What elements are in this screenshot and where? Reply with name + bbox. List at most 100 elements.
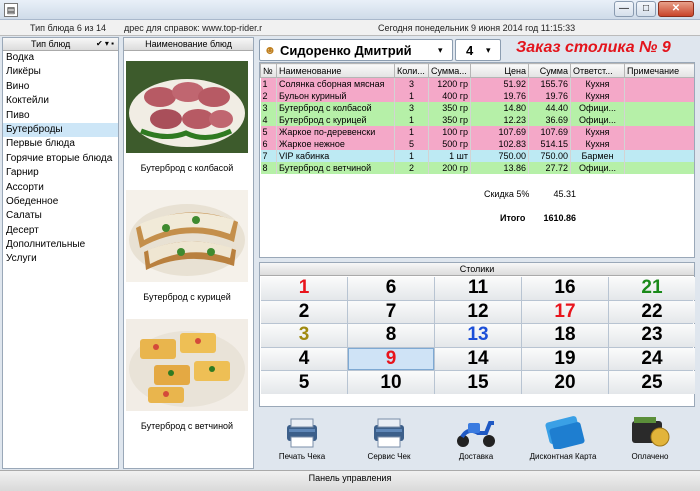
table-button[interactable]: 7: [348, 300, 434, 324]
order-cell-sum: 155.76: [528, 77, 571, 90]
category-item[interactable]: Коктейли: [3, 94, 118, 108]
table-button[interactable]: 17: [522, 300, 608, 324]
dish-card[interactable]: Бутерброд с ветчиной: [126, 319, 248, 443]
table-button[interactable]: 19: [522, 347, 608, 371]
category-item[interactable]: Десерт: [3, 224, 118, 238]
order-cell-name: Бутерброд с ветчиной: [276, 161, 395, 174]
table-button[interactable]: 14: [435, 347, 521, 371]
action-button[interactable]: Дисконтная Карта: [520, 412, 606, 468]
help-address: дрес для справок: www.top-rider.r: [124, 23, 263, 33]
category-item[interactable]: Водка: [3, 51, 118, 65]
column-header[interactable]: №: [260, 63, 277, 78]
category-item[interactable]: Бутерброды: [3, 122, 118, 138]
category-item[interactable]: Гарнир: [3, 166, 118, 180]
category-item[interactable]: Ассорти: [3, 181, 118, 195]
column-header[interactable]: Сумма...: [428, 63, 471, 78]
order-cell-price: 14.80: [470, 101, 529, 114]
waiter-select[interactable]: ☻ Сидоренко Дмитрий ▾: [259, 39, 453, 61]
category-item[interactable]: Вино: [3, 80, 118, 94]
wallet-coin-icon: [607, 412, 693, 452]
category-item[interactable]: Обеденное: [3, 195, 118, 209]
action-button[interactable]: Печать Чека: [259, 412, 345, 468]
action-button[interactable]: Сервис Чек: [346, 412, 432, 468]
table-button[interactable]: 12: [435, 300, 521, 324]
order-row[interactable]: 5 Жаркое по-деревенски 1 100 гр 107.69 107.69…: [260, 125, 694, 138]
order-cell-resp: Кухня: [570, 89, 625, 102]
action-button[interactable]: Оплачено: [607, 412, 693, 468]
order-cell-portion: 350 гр: [428, 113, 471, 126]
table-button[interactable]: 21: [609, 277, 695, 300]
category-item[interactable]: Салаты: [3, 209, 118, 223]
table-button[interactable]: 9: [348, 347, 434, 371]
current-date: Сегодня понедельник 9 июня 2014 год 11:1…: [378, 23, 576, 33]
table-button[interactable]: 16: [522, 277, 608, 300]
order-row[interactable]: 8 Бутерброд с ветчиной 2 200 гр 13.86 27.72 Оф…: [260, 161, 694, 174]
order-cell-qty: 1: [394, 149, 429, 162]
table-button[interactable]: 23: [609, 324, 695, 347]
table-number-select[interactable]: 4 ▾: [455, 39, 501, 61]
minimize-button[interactable]: —: [614, 1, 634, 17]
table-button[interactable]: 24: [609, 347, 695, 371]
order-cell-portion: 1 шт: [428, 149, 471, 162]
maximize-button[interactable]: □: [636, 1, 656, 17]
column-header[interactable]: Цена: [470, 63, 529, 78]
order-table: № Наименование Коли... Сумма... Цена Сумма Отв…: [260, 63, 694, 174]
order-row[interactable]: 6 Жаркое нежное 5 500 гр 102.83 514.15 Кухня: [260, 137, 694, 150]
table-button[interactable]: 2: [261, 300, 347, 324]
table-button[interactable]: 18: [522, 324, 608, 347]
order-cell-note: [624, 149, 694, 162]
table-button[interactable]: 20: [522, 371, 608, 394]
action-label: Дисконтная Карта: [529, 452, 597, 461]
order-cell-name: Бутерброд с колбасой: [276, 101, 395, 114]
order-cell-n: 5: [260, 125, 277, 138]
table-button[interactable]: 1: [261, 277, 347, 300]
table-button[interactable]: 15: [435, 371, 521, 394]
table-button[interactable]: 11: [435, 277, 521, 300]
dish-card[interactable]: Бутерброд с колбасой: [126, 61, 248, 185]
action-button[interactable]: Доставка: [433, 412, 519, 468]
order-cell-name: Солянка сборная мясная: [276, 77, 395, 90]
category-item[interactable]: Ликёры: [3, 65, 118, 79]
category-item[interactable]: Дополнительные Услуги: [3, 238, 118, 264]
order-cell-price: 13.86: [470, 161, 529, 174]
category-item[interactable]: Первые блюда: [3, 137, 118, 151]
column-header[interactable]: Наименование: [276, 63, 395, 78]
table-button[interactable]: 4: [261, 347, 347, 371]
column-header[interactable]: Примечание: [624, 63, 694, 78]
close-button[interactable]: ✕: [658, 1, 694, 17]
printer-icon: [259, 412, 345, 452]
column-header[interactable]: Сумма: [528, 63, 571, 78]
table-button[interactable]: 13: [435, 324, 521, 347]
order-cell-portion: 500 гр: [428, 137, 471, 150]
order-row[interactable]: 2 Бульон куриный 1 400 гр 19.76 19.76 Кухня: [260, 89, 694, 102]
table-button[interactable]: 25: [609, 371, 695, 394]
order-row[interactable]: 4 Бутерброд с курицей 1 350 гр 12.23 36.69 Офи…: [260, 113, 694, 126]
user-icon: ☻: [263, 43, 277, 57]
order-cell-qty: 3: [394, 77, 429, 90]
order-cell-qty: 1: [394, 125, 429, 138]
column-header[interactable]: Коли...: [394, 63, 429, 78]
table-button[interactable]: 5: [261, 371, 347, 394]
order-row[interactable]: 1 Солянка сборная мясная 3 1200 гр 51.92 155.…: [260, 77, 694, 90]
order-cell-n: 7: [260, 149, 277, 162]
table-button[interactable]: 3: [261, 324, 347, 347]
table-button[interactable]: 10: [348, 371, 434, 394]
table-button[interactable]: 6: [348, 277, 434, 300]
order-cell-qty: 5: [394, 137, 429, 150]
header-check-icon[interactable]: ✔ ▾ ▪: [96, 38, 114, 50]
ham-sandwich-photo: [126, 319, 248, 411]
order-cell-price: 12.23: [470, 113, 529, 126]
dish-panel: Наименование блюд Бутерброд с колбасой Б…: [123, 37, 254, 469]
order-row[interactable]: 7 VIP кабинка 1 1 шт 750.00 750.00 Бармен: [260, 149, 694, 162]
order-row[interactable]: 3 Бутерброд с колбасой 3 350 гр 14.80 44.40 Оф…: [260, 101, 694, 114]
category-item[interactable]: Пиво: [3, 109, 118, 123]
column-header[interactable]: Ответст...: [570, 63, 625, 78]
order-cell-resp: Бармен: [570, 149, 625, 162]
order-cell-sum: 514.15: [528, 137, 571, 150]
dish-card[interactable]: Бутерброд с курицей: [126, 190, 248, 314]
category-item[interactable]: Горячие вторые блюда: [3, 152, 118, 166]
table-button[interactable]: 8: [348, 324, 434, 347]
order-cell-sum: 750.00: [528, 149, 571, 162]
chicken-sandwich-photo: [126, 190, 248, 282]
table-button[interactable]: 22: [609, 300, 695, 324]
